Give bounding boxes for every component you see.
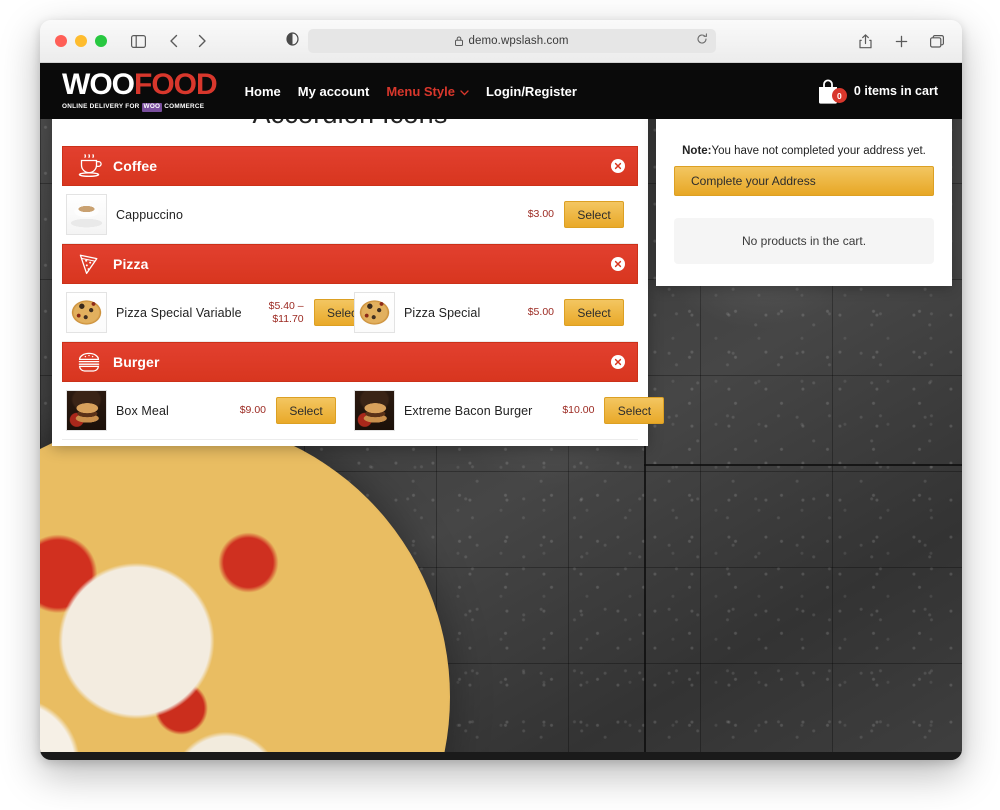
accordion-label: Coffee [113,158,158,174]
select-button[interactable]: Select [276,397,336,424]
note-text: You have not completed your address yet. [711,145,926,157]
burger-icon [77,350,103,374]
product-row: Pizza Special Variable $5.40 – $11.70 Se… [62,284,374,341]
background-bottom-edge [40,752,962,760]
back-icon[interactable] [161,28,187,54]
product-thumbnail[interactable] [66,390,107,431]
note-label: Note: [682,145,712,157]
cart-summary[interactable]: 0 0 items in cart [813,77,938,105]
accordion-header-pizza[interactable]: Pizza [62,244,638,284]
nav-item-home[interactable]: Home [245,84,281,99]
browser-toolbar: demo.wpslash.com [40,20,962,63]
product-thumbnail[interactable] [354,390,395,431]
accordion-body-burger: Box Meal $9.00 Select Extreme Bacon Burg… [62,382,665,440]
url-text: demo.wpslash.com [468,35,569,47]
product-thumbnail[interactable] [66,194,107,235]
minimize-window-button[interactable] [75,35,87,47]
accordion-header-coffee[interactable]: Coffee [62,146,638,186]
product-price: $5.40 – $11.70 [268,300,304,325]
tagline-before: ONLINE DELIVERY FOR [62,103,140,111]
accordion-body-coffee: Cappuccino $3.00 Select [62,186,638,244]
cart-label: 0 items in cart [853,84,938,98]
browser-window: demo.wpslash.com WOOFOOD ONLINE DELIVERY… [40,20,962,760]
product-row: Cappuccino $3.00 Select [62,186,638,243]
share-icon[interactable] [852,28,878,54]
product-name: Box Meal [116,403,169,418]
site-header: WOOFOOD ONLINE DELIVERY FOR WOO COMMERCE… [40,63,962,119]
product-price: $3.00 [527,208,554,221]
pizza-slice-icon [77,252,103,276]
select-button[interactable]: Select [564,201,624,228]
forward-icon[interactable] [189,28,215,54]
reload-icon[interactable] [696,32,708,50]
tab-overview-icon[interactable] [924,28,950,54]
product-price: $10.00 [562,404,595,417]
nav-item-menu-style[interactable]: Menu Style [386,84,469,99]
coffee-cup-icon [77,154,103,178]
nav-item-login-register[interactable]: Login/Register [486,84,577,99]
accordion-menu-card: Accordion Icons Coffee [52,79,665,446]
product-name: Cappuccino [116,207,184,222]
cart-count-badge: 0 [831,88,847,103]
product-name: Extreme Bacon Burger [404,403,533,418]
product-name: Pizza Special Variable [116,305,242,320]
tagline-woo-badge: WOO [141,103,163,112]
background-divider-horizontal [644,464,962,466]
site-nav: Home My account Menu Style Login/Registe… [245,84,577,99]
order-address-note: Note:You have not completed your address… [674,145,934,157]
logo-word-woo: WOO [62,68,135,102]
logo-tagline: ONLINE DELIVERY FOR WOO COMMERCE [62,103,217,112]
empty-cart-message: No products in the cart. [674,218,934,264]
url-input[interactable]: demo.wpslash.com [308,29,716,53]
nav-label: Menu Style [386,83,455,99]
select-button[interactable]: Select [604,397,665,424]
new-tab-icon[interactable] [888,28,914,54]
accordion-label: Pizza [113,256,149,272]
logo-word-food: FOOD [134,68,218,102]
close-window-button[interactable] [55,35,67,47]
close-circle-icon[interactable] [611,257,625,271]
tagline-after: COMMERCE [164,103,205,111]
logo-wordmark: WOOFOOD [62,68,218,102]
close-circle-icon[interactable] [611,159,625,173]
address-bar-area: demo.wpslash.com [286,29,716,53]
site-logo[interactable]: WOOFOOD ONLINE DELIVERY FOR WOO COMMERCE [62,68,218,112]
accordion-label: Burger [113,354,160,370]
traffic-light-group [55,35,107,47]
shopping-bag-icon[interactable]: 0 [813,77,847,105]
complete-address-button[interactable]: Complete your Address [674,166,934,196]
nav-label: My account [297,83,370,99]
product-price: $5.00 [527,306,554,319]
product-row: Pizza Special $5.00 Select [350,284,638,341]
accordion-header-burger[interactable]: Burger [62,342,638,382]
accordion-body-pizza: Pizza Special Variable $5.40 – $11.70 Se… [62,284,638,342]
sidebar-toggle-icon[interactable] [125,28,151,54]
product-row: Box Meal $9.00 Select [62,382,350,439]
chevron-down-icon [460,84,469,99]
product-price: $9.00 [239,404,266,417]
product-thumbnail[interactable] [354,292,395,333]
toolbar-right-group [852,28,950,54]
close-circle-icon[interactable] [611,355,625,369]
nav-item-my-account[interactable]: My account [298,84,370,99]
nav-label: Login/Register [485,83,577,99]
product-thumbnail[interactable] [66,292,107,333]
product-row: Extreme Bacon Burger $10.00 Select [350,382,665,439]
reader-view-icon[interactable] [286,31,299,51]
page-viewport: WOOFOOD ONLINE DELIVERY FOR WOO COMMERCE… [40,63,962,760]
lock-icon [455,36,464,46]
zoom-window-button[interactable] [95,35,107,47]
nav-label: Home [244,83,281,99]
product-name: Pizza Special [404,305,481,320]
select-button[interactable]: Select [564,299,624,326]
